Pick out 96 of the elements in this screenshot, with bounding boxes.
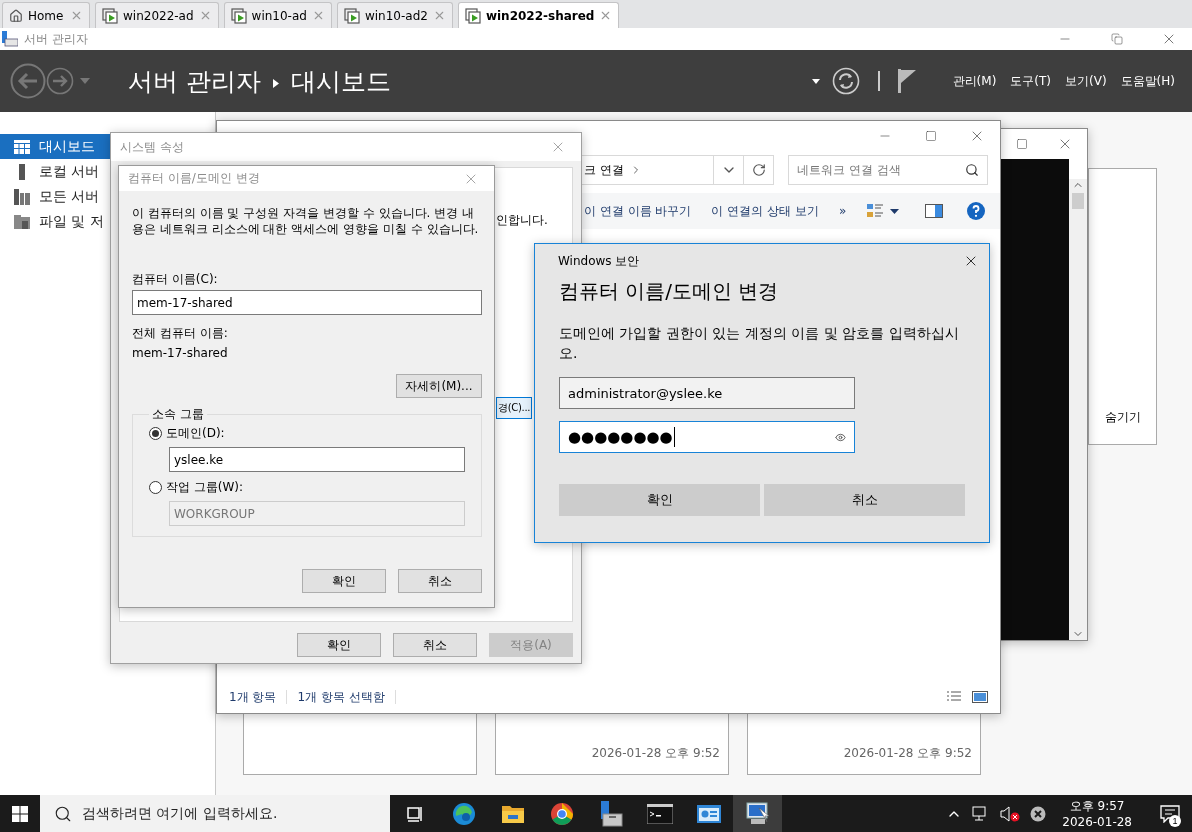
full-computer-name: mem-17-shared <box>132 346 229 360</box>
refresh-icon <box>831 67 860 95</box>
file-storage-icon <box>14 213 30 230</box>
volume-muted-icon[interactable] <box>1000 805 1021 822</box>
task-view-icon <box>404 804 425 823</box>
radio-label: 작업 그룹(W): <box>166 479 244 496</box>
dialog-button[interactable]: 취소 <box>393 633 477 657</box>
taskbar-app-button[interactable] <box>733 795 782 832</box>
clock[interactable]: 오후 9:57 2026-01-28 <box>1056 797 1138 830</box>
search-icon <box>54 804 72 823</box>
timestamp: 2026-01-28 오후 9:52 <box>591 745 720 762</box>
password-field[interactable]: ●●●●●●●● <box>559 421 855 453</box>
toolbar-command[interactable]: 이 연결의 상태 보기 <box>711 202 833 220</box>
radio-button[interactable] <box>149 427 162 440</box>
control-panel-icon <box>696 803 721 824</box>
browser-tab[interactable]: win10-ad2 <box>336 2 453 28</box>
timestamp: 2026-01-28 오후 9:52 <box>843 745 972 762</box>
grid-icon <box>14 139 30 154</box>
menu-item[interactable]: 관리(M) <box>945 72 1004 90</box>
large-icons-view-icon[interactable] <box>972 691 988 703</box>
server-manager-icon <box>2 31 18 47</box>
computer-name-field[interactable]: mem-17-shared <box>132 290 482 315</box>
group-label: 소속 그룹 <box>151 406 205 423</box>
refresh-button[interactable] <box>831 67 860 95</box>
taskbar-search-field[interactable]: 검색하려면 여기에 입력하세요. <box>40 795 390 832</box>
membership-field[interactable]: yslee.ke <box>169 447 465 472</box>
field-label: 전체 컴퓨터 이름: <box>132 325 229 342</box>
arrow-right-icon <box>46 67 74 95</box>
computer-icon <box>744 801 771 826</box>
more-commands-button[interactable]: » <box>838 204 861 218</box>
status-text: 1개 항목 선택함 <box>297 688 385 706</box>
vm-play-icon <box>464 7 481 24</box>
scrollbar-thumb[interactable] <box>1072 193 1084 209</box>
back-button[interactable] <box>10 63 46 99</box>
restore-icon <box>1111 33 1123 45</box>
browser-tab[interactable]: win2022-ad <box>95 2 219 28</box>
maximize-icon <box>925 130 937 142</box>
description-text: 인합니다. <box>496 212 548 229</box>
dialog-header: Windows 보안 <box>558 252 640 270</box>
search-placeholder: 네트워크 연결 검색 <box>797 161 901 179</box>
search-field[interactable]: 네트워크 연결 검색 <box>788 155 988 185</box>
dropdown-caret-icon[interactable] <box>890 208 900 214</box>
notification-button[interactable]: 1 <box>1148 795 1192 832</box>
dialog-button[interactable]: 취소 <box>398 569 482 593</box>
dialog-button[interactable]: 취소 <box>764 484 965 516</box>
change-button[interactable]: 경(C)... <box>496 397 533 419</box>
window-title: 서버 관리자 <box>24 30 89 48</box>
more-button[interactable]: 자세히(M)... <box>396 374 482 398</box>
flag-icon[interactable] <box>897 69 916 93</box>
vm-play-icon <box>343 7 360 24</box>
dialog-button[interactable]: 확인 <box>302 569 386 593</box>
dropdown-caret-icon[interactable] <box>811 78 820 84</box>
browser-tab[interactable]: Home <box>2 2 90 28</box>
status-text: 1개 항목 <box>229 688 277 706</box>
browser-tab[interactable]: win10-ad <box>223 2 332 28</box>
dialog-title: 컴퓨터 이름/도메인 변경 <box>558 278 780 305</box>
view-options-icon[interactable] <box>866 203 885 219</box>
menu-item[interactable]: 도구(T) <box>1003 72 1059 90</box>
instruction-text: 도메인에 가입할 권한이 있는 계정의 이름 및 암호를 입력하십시오. <box>559 324 959 363</box>
notification-icon <box>1160 804 1180 823</box>
dialog-title: 컴퓨터 이름/도메인 변경 <box>127 170 261 187</box>
field-label: 컴퓨터 이름(C): <box>132 271 219 288</box>
dialog-button[interactable]: 확인 <box>297 633 381 657</box>
vm-play-icon <box>102 7 118 24</box>
search-icon <box>965 163 979 177</box>
maximize-icon <box>1016 138 1028 150</box>
browser-icon <box>451 801 476 826</box>
server-toolbox-icon <box>598 800 623 827</box>
servers-icon <box>14 188 30 205</box>
terminal-icon <box>646 803 673 824</box>
browser-tab[interactable]: win2022-shared <box>457 2 620 28</box>
breadcrumb-arrow-icon <box>272 78 279 88</box>
username-field[interactable]: administrator@yslee.ke <box>559 377 855 409</box>
radio-label: 도메인(D): <box>166 425 225 442</box>
reveal-password-icon[interactable] <box>835 431 846 443</box>
dialog-button[interactable]: 확인 <box>559 484 760 516</box>
error-icon[interactable] <box>1030 805 1047 822</box>
radio-button[interactable] <box>149 481 162 494</box>
breadcrumb-item: 서버 관리자 <box>128 65 261 98</box>
address-text: 크 연결 <box>584 161 624 179</box>
hide-link[interactable]: 숨기기 <box>1104 409 1141 426</box>
forward-button[interactable] <box>46 67 74 95</box>
browser-icon <box>549 801 574 826</box>
dialog-title: 시스템 속성 <box>119 138 185 156</box>
help-icon[interactable] <box>967 202 986 220</box>
refresh-icon <box>751 163 766 177</box>
scrollbar[interactable] <box>1069 179 1087 640</box>
vm-play-icon <box>230 7 247 24</box>
windows-logo-icon <box>12 805 28 822</box>
menu-item[interactable]: 도움말(H) <box>1113 72 1182 90</box>
toolbar-command[interactable]: 이 연결 이름 바꾸기 <box>584 202 706 220</box>
breadcrumb-item: 대시보드 <box>290 65 391 98</box>
menu-item[interactable]: 보기(V) <box>1058 72 1114 90</box>
arrow-left-icon <box>10 63 46 99</box>
home-icon <box>9 8 23 23</box>
preview-pane-icon[interactable] <box>925 204 944 218</box>
